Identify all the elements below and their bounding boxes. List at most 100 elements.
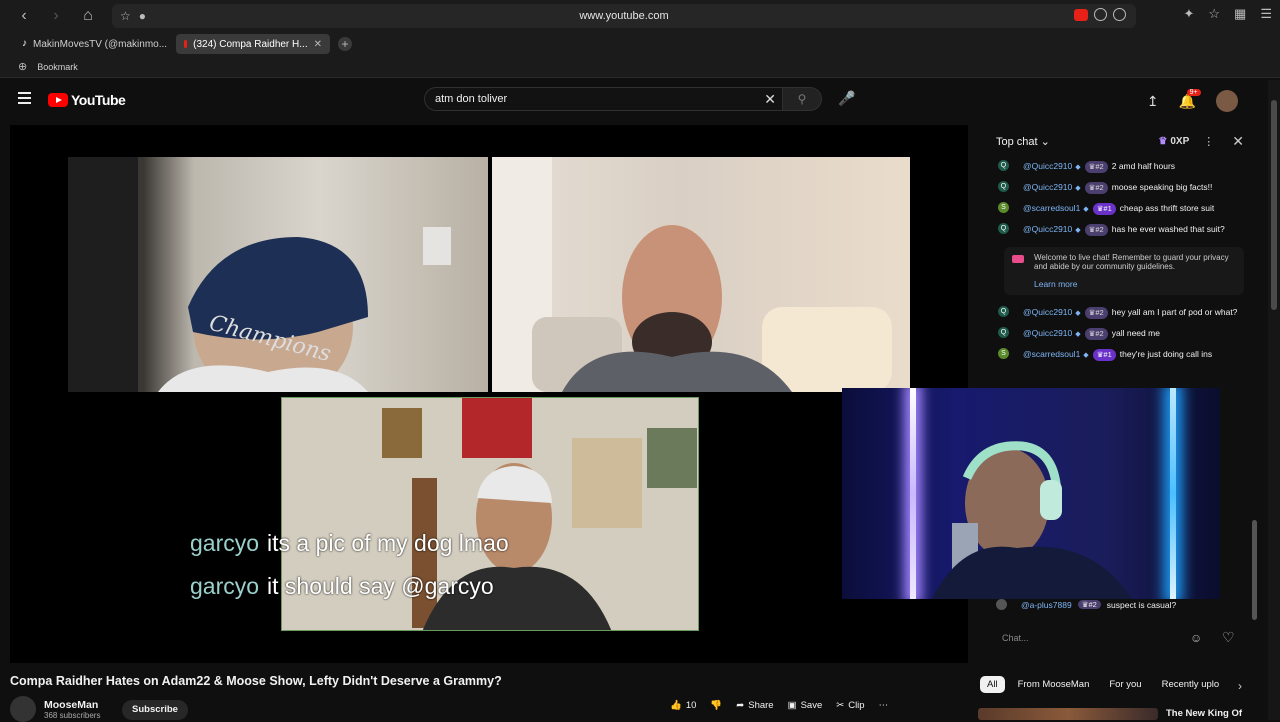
chat-rank-badge: ♛#2	[1084, 182, 1108, 194]
youtube-header: YouTube atm don toliver ✕ ⚲ 🎤 ↥ 🔔 9+	[0, 80, 1268, 118]
heart-icon[interactable]: ♡	[1222, 629, 1235, 646]
chip-recently-uploaded[interactable]: Recently uplo	[1155, 676, 1227, 693]
lock-icon: ●	[138, 9, 147, 23]
youtube-icon	[184, 40, 188, 48]
recommended-title[interactable]: The New King Of	[1166, 708, 1242, 719]
youtube-extension-icon[interactable]	[1074, 8, 1088, 21]
search-button[interactable]: ⚲	[782, 87, 822, 111]
chat-avatar[interactable]: S	[998, 202, 1009, 213]
close-tab-icon[interactable]: ✕	[314, 39, 322, 50]
chat-message: Q @Quicc2910 ◆ ♛#2 yall need me	[988, 324, 1252, 345]
welcome-text: Welcome to live chat! Remember to guard …	[1034, 253, 1229, 271]
channel-name[interactable]: MooseMan	[44, 699, 100, 711]
youtube-logo[interactable]: YouTube	[48, 92, 126, 108]
address-bar[interactable]: ☆ ● www.youtube.com	[112, 4, 1136, 28]
more-actions-icon[interactable]: ⋯	[879, 700, 889, 711]
download-icon[interactable]	[1094, 8, 1107, 21]
chat-username[interactable]: @Quicc2910	[1023, 182, 1072, 192]
chat-username[interactable]: @Quicc2910	[1023, 328, 1072, 338]
chip-from-channel[interactable]: From MooseMan	[1011, 676, 1097, 693]
recommended-thumbnail[interactable]	[978, 708, 1158, 720]
like-button[interactable]: 👍 10	[670, 700, 696, 711]
microphone-icon[interactable]: 🎤	[838, 90, 855, 107]
chat-username[interactable]: @scarredsoul1	[1023, 349, 1080, 359]
favorites-icon[interactable]: ☆	[1208, 6, 1220, 22]
chat-message: S @scarredsoul1 ◆ ♛#1 cheap ass thrift store…	[988, 199, 1252, 220]
chip-all[interactable]: All	[980, 676, 1005, 693]
menu-icon[interactable]: ☰	[1260, 6, 1272, 22]
hamburger-menu-icon[interactable]	[18, 92, 31, 104]
emoji-icon[interactable]: ☺	[1190, 631, 1202, 645]
chat-avatar[interactable]: S	[998, 348, 1009, 359]
channel-avatar[interactable]	[10, 696, 36, 722]
close-chat-icon[interactable]: ✕	[1232, 133, 1244, 150]
extensions-icon[interactable]: ✦	[1183, 6, 1194, 22]
account-avatar[interactable]	[1216, 90, 1238, 112]
verified-icon: ◆	[1083, 352, 1089, 359]
chat-username[interactable]: @Quicc2910	[1023, 161, 1072, 171]
back-icon[interactable]: ‹	[8, 0, 40, 32]
chip-for-you[interactable]: For you	[1102, 676, 1148, 693]
upload-icon[interactable]: ↥	[1147, 93, 1159, 110]
top-chat-dropdown[interactable]: Top chat ⌄	[996, 135, 1050, 148]
participant-video-compa-raidher	[492, 157, 910, 392]
search-input[interactable]: atm don toliver ✕	[424, 87, 782, 111]
thumbs-up-icon: 👍	[670, 700, 682, 711]
clip-button[interactable]: ✂ Clip	[836, 700, 864, 711]
chevron-right-icon[interactable]: ›	[1238, 679, 1242, 693]
add-bookmark-icon[interactable]: ⊕	[18, 60, 27, 73]
more-options-icon[interactable]: ⋮	[1203, 135, 1214, 148]
chat-avatar[interactable]: Q	[998, 223, 1009, 234]
chat-text: cheap ass thrift store suit	[1119, 203, 1215, 213]
new-tab-button[interactable]: +	[338, 37, 352, 51]
chat-message: Q @Quicc2910 ◆ ♛#2 moose speaking big facts!…	[988, 178, 1252, 199]
tab-youtube-video[interactable]: (324) Compa Raidher H... ✕	[176, 34, 330, 54]
collections-icon[interactable]: ▦	[1234, 6, 1246, 22]
page-scrollbar[interactable]	[1268, 80, 1280, 720]
video-player[interactable]: Champions garcyo its a pic of my dog lmao	[10, 125, 968, 663]
clear-search-icon[interactable]: ✕	[764, 91, 776, 108]
xp-badge[interactable]: ♛ 0XP	[1158, 136, 1189, 147]
dislike-button[interactable]: 👎	[710, 700, 722, 711]
chat-avatar[interactable]: Q	[998, 181, 1009, 192]
bookmarks-bar: ⊕ Bookmark	[0, 56, 1280, 78]
floating-webcam-overlay[interactable]	[842, 388, 1220, 599]
channel-info: MooseMan 368 subscribers	[10, 696, 100, 722]
caption-line: garcyo its a pic of my dog lmao	[190, 530, 509, 557]
chat-footer: @a-plus7889 ♛#2 suspect is casual? Chat.…	[988, 597, 1252, 659]
reload-icon[interactable]	[1113, 8, 1126, 21]
chat-message: @a-plus7889 ♛#2 suspect is casual?	[996, 599, 1176, 610]
recommendation-chips: All From MooseMan For you Recently uplo	[980, 676, 1226, 693]
chat-scrollbar[interactable]	[1252, 125, 1257, 625]
home-icon[interactable]: ⌂	[72, 0, 104, 32]
tab-strip: ♪ MakinMovesTV (@makinmo... (324) Compa …	[0, 32, 1280, 56]
forward-icon[interactable]: ›	[40, 0, 72, 32]
save-button[interactable]: ▣ Save	[788, 700, 823, 711]
chat-username[interactable]: @scarredsoul1	[1023, 203, 1080, 213]
chat-text: yall need me	[1111, 328, 1160, 338]
notifications-bell-icon[interactable]: 🔔 9+	[1179, 88, 1201, 110]
caption-text: its a pic of my dog lmao	[267, 530, 509, 556]
chat-username[interactable]: @Quicc2910	[1023, 307, 1072, 317]
youtube-logo-text: YouTube	[71, 92, 126, 108]
learn-more-link[interactable]: Learn more	[1034, 279, 1236, 289]
chat-avatar[interactable]: Q	[998, 306, 1009, 317]
verified-icon: ◆	[1075, 331, 1081, 338]
chat-avatar[interactable]: Q	[998, 327, 1009, 338]
subscribe-button[interactable]: Subscribe	[122, 700, 188, 720]
chat-rank-badge: ♛#2	[1084, 161, 1108, 173]
video-title: Compa Raidher Hates on Adam22 & Moose Sh…	[10, 674, 502, 688]
verified-icon: ◆	[1075, 185, 1081, 192]
chat-username[interactable]: @Quicc2910	[1023, 224, 1072, 234]
chat-input[interactable]: Chat...	[996, 629, 1186, 647]
chat-username[interactable]: @a-plus7889	[1021, 600, 1072, 610]
chat-rank-badge: ♛#2	[1077, 600, 1101, 609]
page-scroll-thumb[interactable]	[1271, 100, 1277, 310]
streamer-illustration	[932, 441, 1132, 599]
share-button[interactable]: ➦ Share	[736, 700, 773, 711]
chat-scroll-thumb[interactable]	[1252, 520, 1257, 620]
tab-makinmoves[interactable]: ♪ MakinMovesTV (@makinmo...	[14, 34, 168, 54]
bookmark-label[interactable]: Bookmark	[37, 62, 78, 72]
star-icon[interactable]: ☆	[120, 9, 131, 23]
chat-avatar[interactable]: Q	[998, 160, 1009, 171]
